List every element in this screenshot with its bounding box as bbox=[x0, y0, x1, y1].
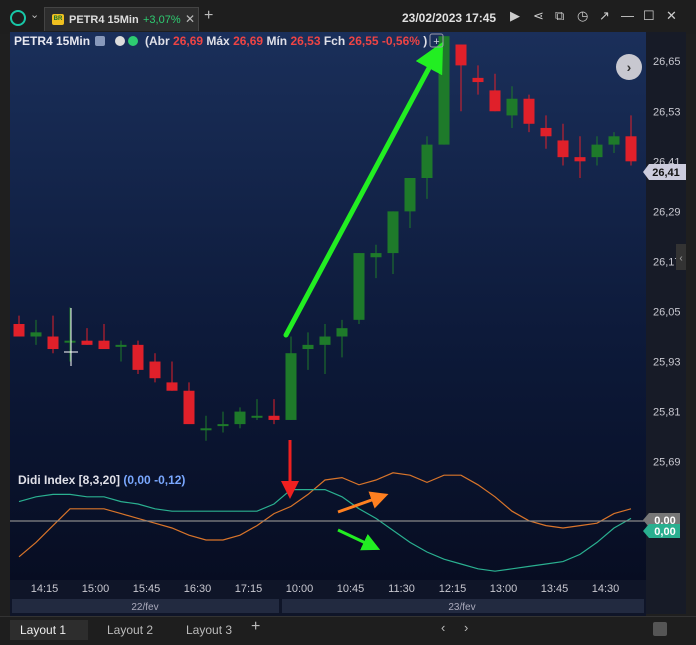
candle-body bbox=[64, 340, 76, 343]
candle-body bbox=[370, 253, 382, 258]
candle-body bbox=[319, 336, 331, 345]
candle-body bbox=[404, 178, 416, 212]
candle-body bbox=[472, 77, 484, 83]
candle-body bbox=[421, 144, 433, 178]
tab-layout-3[interactable]: Layout 3 bbox=[186, 620, 232, 640]
candle[interactable] bbox=[353, 253, 365, 324]
candle-body bbox=[200, 428, 212, 431]
add-layout-icon[interactable]: + bbox=[251, 618, 260, 636]
chart-legend: PETR4 15Min bbox=[14, 34, 90, 48]
x-tick-label: 15:00 bbox=[82, 583, 110, 595]
y-tick-label: 26,53 bbox=[653, 106, 681, 118]
layout-menu-icon[interactable] bbox=[653, 622, 667, 636]
indicator-legend: Didi Index [8,3,20] (0,00 -0,12) bbox=[18, 473, 185, 487]
candle-body bbox=[13, 324, 25, 337]
candle-body bbox=[353, 253, 365, 320]
trading-app: ⌄ BR PETR4 15Min +3,07% ✕ + 23/02/2023 1… bbox=[0, 0, 696, 645]
candle-body bbox=[625, 136, 637, 162]
tab-layout-2[interactable]: Layout 2 bbox=[107, 620, 153, 640]
x-tick-label: 15:45 bbox=[133, 583, 161, 595]
candle-body bbox=[489, 90, 501, 112]
ohlc-legend: (Abr 26,69 Máx 26,69 Mín 26,53 Fch 26,55… bbox=[145, 34, 427, 48]
candle-body bbox=[506, 98, 518, 116]
y-tick-label: 25,69 bbox=[653, 457, 681, 469]
candle-body bbox=[591, 144, 603, 158]
candle-body bbox=[251, 415, 263, 418]
x-tick-label: 12:15 bbox=[439, 583, 467, 595]
y-tick-label: 25,93 bbox=[653, 357, 681, 369]
status-dot-icon bbox=[128, 36, 138, 46]
price-tag-value: 26,41 bbox=[652, 167, 680, 179]
candle-body bbox=[540, 127, 552, 137]
date-label-1: 22/fev bbox=[131, 602, 158, 613]
candle-body bbox=[183, 390, 195, 425]
didi-tag-2-value: 0,00 bbox=[654, 526, 675, 538]
candle-body bbox=[149, 361, 161, 379]
candle-body bbox=[115, 344, 127, 347]
candle-body bbox=[285, 353, 297, 420]
tab-layout-1[interactable]: Layout 1 ✕ bbox=[10, 620, 88, 645]
candle-body bbox=[455, 44, 467, 66]
x-tick-label: 10:45 bbox=[337, 583, 365, 595]
candle-body bbox=[30, 332, 42, 337]
candle-body bbox=[302, 344, 314, 350]
candle-body bbox=[132, 344, 144, 370]
candle-body bbox=[438, 36, 450, 145]
y-tick-label: 26,05 bbox=[653, 306, 681, 318]
candle-body bbox=[81, 340, 93, 345]
chevron-left-icon: ‹ bbox=[679, 253, 682, 264]
x-tick-label: 16:30 bbox=[184, 583, 212, 595]
plus-icon: + bbox=[433, 36, 439, 48]
candle-body bbox=[608, 136, 620, 145]
candle-body bbox=[98, 340, 110, 350]
hide-icon[interactable] bbox=[115, 36, 125, 46]
prev-layout-icon[interactable]: ‹ bbox=[441, 620, 445, 635]
candle-body bbox=[574, 157, 586, 162]
candle[interactable] bbox=[132, 340, 144, 375]
candle-body bbox=[557, 140, 569, 158]
x-tick-label: 13:00 bbox=[490, 583, 518, 595]
chart-svg: 26,6526,5326,4126,2926,1726,0525,9325,81… bbox=[10, 32, 686, 616]
chevron-right-icon: › bbox=[627, 59, 632, 75]
x-tick-label: 17:15 bbox=[235, 583, 263, 595]
candle-body bbox=[387, 211, 399, 254]
x-tick-label: 11:30 bbox=[388, 583, 415, 595]
next-layout-icon[interactable]: › bbox=[464, 620, 468, 635]
x-tick-label: 14:15 bbox=[31, 583, 59, 595]
x-tick-label: 13:45 bbox=[541, 583, 569, 595]
tab-layout-1-label: Layout 1 bbox=[20, 623, 67, 637]
candle-body bbox=[217, 424, 229, 427]
candle[interactable] bbox=[438, 36, 450, 145]
x-tick-label: 10:00 bbox=[286, 583, 314, 595]
date-label-2: 23/fev bbox=[448, 602, 475, 613]
candle-body bbox=[268, 415, 280, 420]
settings-icon[interactable] bbox=[95, 36, 105, 46]
x-tick-label: 14:30 bbox=[592, 583, 620, 595]
y-tick-label: 26,65 bbox=[653, 56, 681, 68]
candle-body bbox=[166, 382, 178, 391]
candle-body bbox=[336, 328, 348, 337]
candle-body bbox=[47, 336, 59, 350]
candle-body bbox=[234, 411, 246, 425]
y-tick-label: 25,81 bbox=[653, 407, 681, 419]
candle-body bbox=[523, 98, 535, 124]
y-tick-label: 26,29 bbox=[653, 206, 681, 218]
layout-tab-bar: Layout 1 ✕ Layout 2 Layout 3 + ‹ › bbox=[0, 616, 696, 645]
